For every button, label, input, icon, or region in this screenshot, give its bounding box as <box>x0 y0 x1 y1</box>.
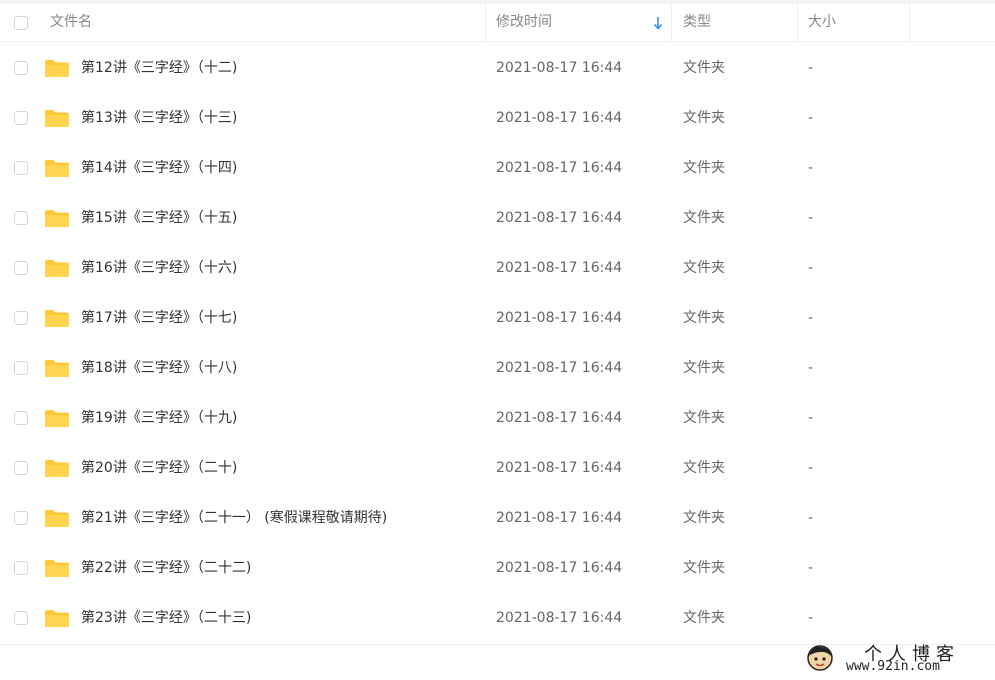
file-name[interactable]: 第12讲《三字经》（十二) <box>81 43 237 93</box>
file-modified-time: 2021-08-17 16:44 <box>496 260 623 276</box>
file-name[interactable]: 第15讲《三字经》（十五) <box>81 193 237 243</box>
file-modified-time: 2021-08-17 16:44 <box>496 460 623 476</box>
folder-icon <box>45 160 69 177</box>
file-name[interactable]: 第19讲《三字经》（十九) <box>81 393 237 443</box>
row-checkbox[interactable] <box>14 111 28 125</box>
file-modified-time: 2021-08-17 16:44 <box>496 560 623 576</box>
folder-icon <box>45 460 69 477</box>
file-row[interactable]: 第18讲《三字经》（十八) 2021-08-17 16:44 文件夹 - <box>0 343 995 393</box>
row-checkbox[interactable] <box>14 211 28 225</box>
row-checkbox[interactable] <box>14 61 28 75</box>
watermark-url: www.92in.com <box>846 659 940 674</box>
file-type: 文件夹 <box>683 510 725 526</box>
file-size: - <box>808 160 814 176</box>
folder-icon <box>45 360 69 377</box>
avatar-logo-icon <box>807 645 833 671</box>
folder-icon <box>45 210 69 227</box>
row-checkbox[interactable] <box>14 311 28 325</box>
column-divider <box>909 4 910 41</box>
file-row[interactable]: 第13讲《三字经》（十三) 2021-08-17 16:44 文件夹 - <box>0 93 995 143</box>
file-type: 文件夹 <box>683 260 725 276</box>
folder-icon <box>45 610 69 627</box>
file-modified-time: 2021-08-17 16:44 <box>496 410 623 426</box>
file-type: 文件夹 <box>683 310 725 326</box>
folder-icon <box>45 410 69 427</box>
file-type: 文件夹 <box>683 60 725 76</box>
file-name[interactable]: 第14讲《三字经》（十四) <box>81 143 237 193</box>
file-modified-time: 2021-08-17 16:44 <box>496 110 623 126</box>
file-row[interactable]: 第15讲《三字经》（十五) 2021-08-17 16:44 文件夹 - <box>0 193 995 243</box>
file-modified-time: 2021-08-17 16:44 <box>496 210 623 226</box>
column-divider <box>671 4 672 41</box>
folder-icon <box>45 560 69 577</box>
file-size: - <box>808 310 814 326</box>
file-type: 文件夹 <box>683 560 725 576</box>
file-row[interactable]: 第22讲《三字经》（二十二) 2021-08-17 16:44 文件夹 - <box>0 543 995 593</box>
file-type: 文件夹 <box>683 410 725 426</box>
row-checkbox[interactable] <box>14 461 28 475</box>
row-checkbox[interactable] <box>14 611 28 625</box>
folder-icon <box>45 110 69 127</box>
file-name[interactable]: 第18讲《三字经》（十八) <box>81 343 237 393</box>
column-header-size[interactable]: 大小 <box>808 4 836 41</box>
file-row[interactable]: 第23讲《三字经》（二十三) 2021-08-17 16:44 文件夹 - <box>0 593 995 643</box>
file-modified-time: 2021-08-17 16:44 <box>496 60 623 76</box>
file-size: - <box>808 410 814 426</box>
file-name[interactable]: 第21讲《三字经》（二十一） (寒假课程敬请期待) <box>81 493 387 543</box>
column-divider <box>797 4 798 41</box>
file-row[interactable]: 第21讲《三字经》（二十一） (寒假课程敬请期待) 2021-08-17 16:4… <box>0 493 995 543</box>
file-type: 文件夹 <box>683 210 725 226</box>
file-type: 文件夹 <box>683 360 725 376</box>
file-name[interactable]: 第16讲《三字经》（十六) <box>81 243 237 293</box>
file-size: - <box>808 510 814 526</box>
folder-icon <box>45 310 69 327</box>
file-name[interactable]: 第23讲《三字经》（二十三) <box>81 593 251 643</box>
row-checkbox[interactable] <box>14 511 28 525</box>
folder-icon <box>45 510 69 527</box>
file-row[interactable]: 第14讲《三字经》（十四) 2021-08-17 16:44 文件夹 - <box>0 143 995 193</box>
row-checkbox[interactable] <box>14 161 28 175</box>
file-name[interactable]: 第13讲《三字经》（十三) <box>81 93 237 143</box>
file-row[interactable]: 第16讲《三字经》（十六) 2021-08-17 16:44 文件夹 - <box>0 243 995 293</box>
file-name[interactable]: 第17讲《三字经》（十七) <box>81 293 237 343</box>
file-row[interactable]: 第19讲《三字经》（十九) 2021-08-17 16:44 文件夹 - <box>0 393 995 443</box>
file-type: 文件夹 <box>683 460 725 476</box>
file-modified-time: 2021-08-17 16:44 <box>496 510 623 526</box>
file-row[interactable]: 第17讲《三字经》（十七) 2021-08-17 16:44 文件夹 - <box>0 293 995 343</box>
file-size: - <box>808 110 814 126</box>
column-divider <box>485 4 486 41</box>
file-row[interactable]: 第12讲《三字经》（十二) 2021-08-17 16:44 文件夹 - <box>0 43 995 93</box>
file-type: 文件夹 <box>683 610 725 626</box>
column-header-modified[interactable]: 修改时间 <box>496 4 552 41</box>
file-size: - <box>808 460 814 476</box>
file-type: 文件夹 <box>683 110 725 126</box>
file-size: - <box>808 60 814 76</box>
file-name[interactable]: 第22讲《三字经》（二十二) <box>81 543 251 593</box>
folder-icon <box>45 60 69 77</box>
file-size: - <box>808 610 814 626</box>
watermark: 个人博客 www.92in.com <box>802 640 992 678</box>
file-type: 文件夹 <box>683 160 725 176</box>
file-modified-time: 2021-08-17 16:44 <box>496 610 623 626</box>
file-size: - <box>808 360 814 376</box>
file-modified-time: 2021-08-17 16:44 <box>496 360 623 376</box>
row-checkbox[interactable] <box>14 561 28 575</box>
file-size: - <box>808 210 814 226</box>
sort-desc-icon[interactable] <box>653 16 663 30</box>
file-name[interactable]: 第20讲《三字经》（二十) <box>81 443 237 493</box>
file-modified-time: 2021-08-17 16:44 <box>496 310 623 326</box>
select-all-checkbox[interactable] <box>14 16 28 30</box>
file-size: - <box>808 260 814 276</box>
row-checkbox[interactable] <box>14 261 28 275</box>
column-header-name[interactable]: 文件名 <box>50 4 92 41</box>
column-header-type[interactable]: 类型 <box>683 4 711 41</box>
file-modified-time: 2021-08-17 16:44 <box>496 160 623 176</box>
file-list-header: 文件名 修改时间 类型 大小 <box>0 4 995 42</box>
row-checkbox[interactable] <box>14 361 28 375</box>
file-size: - <box>808 560 814 576</box>
row-checkbox[interactable] <box>14 411 28 425</box>
file-row[interactable]: 第20讲《三字经》（二十) 2021-08-17 16:44 文件夹 - <box>0 443 995 493</box>
folder-icon <box>45 260 69 277</box>
